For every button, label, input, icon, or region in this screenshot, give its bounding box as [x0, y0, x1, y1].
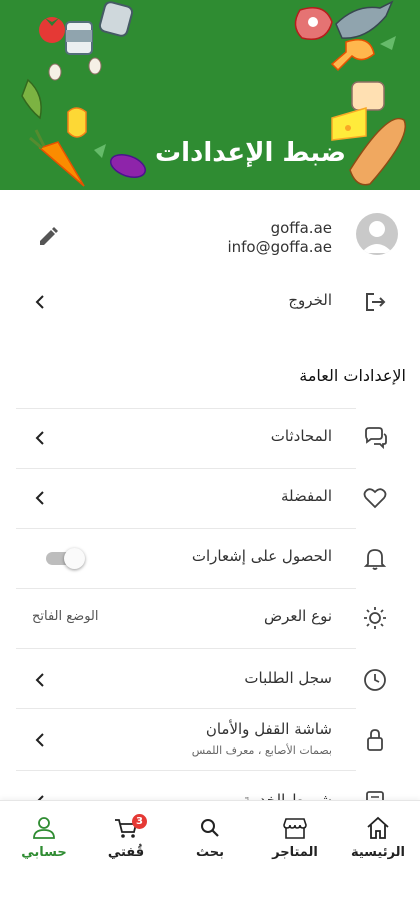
- settings-item-label: شاشة القفل والأمان: [205, 720, 332, 738]
- search-icon: [201, 819, 219, 837]
- profile-card: goffa.ae info@goffa.ae: [0, 205, 420, 267]
- nav-stores[interactable]: المتاجر: [255, 815, 335, 871]
- nav-label: حسابي: [21, 845, 67, 860]
- nav-label: الرئيسية: [350, 845, 406, 860]
- store-icon: [283, 818, 307, 839]
- settings-item-lock-security[interactable]: شاشة القفل والأمان بصمات الأصابع ، معرف …: [0, 710, 420, 770]
- settings-item-label: نوع العرض: [263, 607, 332, 625]
- nav-label: قُفتي: [107, 845, 145, 860]
- toggle-knob: [64, 548, 85, 569]
- notifications-toggle[interactable]: [44, 548, 85, 569]
- sun-icon: [364, 607, 386, 629]
- avatar[interactable]: [356, 213, 398, 255]
- display-mode-value: الوضع الفاتح: [32, 609, 99, 624]
- chevron-left-icon: [35, 491, 44, 505]
- settings-item-label: المفضلة: [280, 487, 332, 505]
- settings-item-chats[interactable]: المحادثات: [0, 408, 420, 468]
- profile-name: goffa.ae: [270, 219, 332, 237]
- nav-cart[interactable]: 3 قُفتي: [86, 814, 166, 871]
- bottom-navigation: الرئيسية المتاجر بحث 3 قُفتي حسابي: [0, 800, 420, 900]
- lock-icon: [367, 729, 383, 751]
- settings-item-label: الحصول على إشعارات: [191, 547, 332, 565]
- divider: [16, 708, 356, 709]
- settings-item-label: سجل الطلبات: [244, 669, 332, 687]
- profile-email: info@goffa.ae: [227, 238, 332, 256]
- chat-icon: [365, 427, 387, 450]
- chevron-left-icon: [35, 431, 44, 445]
- settings-item-label: المحادثات: [270, 427, 332, 445]
- nav-home[interactable]: الرئيسية: [338, 815, 418, 871]
- general-settings-title: الإعدادات العامة: [299, 366, 406, 385]
- pencil-icon: [40, 227, 58, 245]
- divider: [16, 648, 356, 649]
- user-placeholder-icon: [361, 221, 393, 253]
- settings-item-notifications: الحصول على إشعارات: [0, 528, 420, 588]
- divider: [16, 770, 356, 771]
- nav-label: المتاجر: [272, 845, 318, 860]
- settings-item-order-history[interactable]: سجل الطلبات: [0, 650, 420, 710]
- bell-icon: [363, 549, 387, 570]
- chevron-left-icon: [35, 295, 44, 309]
- home-icon: [367, 816, 389, 839]
- cart-count-badge: 3: [132, 814, 147, 829]
- logout-icon: [366, 293, 386, 311]
- user-icon: [33, 817, 55, 839]
- logout-label: الخروج: [288, 291, 332, 309]
- header-banner: ضبط الإعدادات: [0, 0, 420, 190]
- chevron-left-icon: [35, 673, 44, 687]
- nav-search[interactable]: بحث: [170, 815, 250, 871]
- settings-item-sublabel: بصمات الأصابع ، معرف اللمس: [191, 744, 332, 757]
- settings-item-display-mode[interactable]: نوع العرض الوضع الفاتح: [0, 588, 420, 648]
- nav-account[interactable]: حسابي: [4, 815, 84, 871]
- nav-label: بحث: [195, 845, 224, 860]
- edit-profile-button[interactable]: [36, 225, 60, 249]
- chevron-left-icon: [35, 733, 44, 747]
- heart-icon: [363, 488, 387, 509]
- settings-item-favorites[interactable]: المفضلة: [0, 468, 420, 528]
- page-title: ضبط الإعدادات: [155, 138, 346, 168]
- clock-icon: [364, 669, 386, 691]
- logout-row[interactable]: الخروج: [0, 272, 420, 332]
